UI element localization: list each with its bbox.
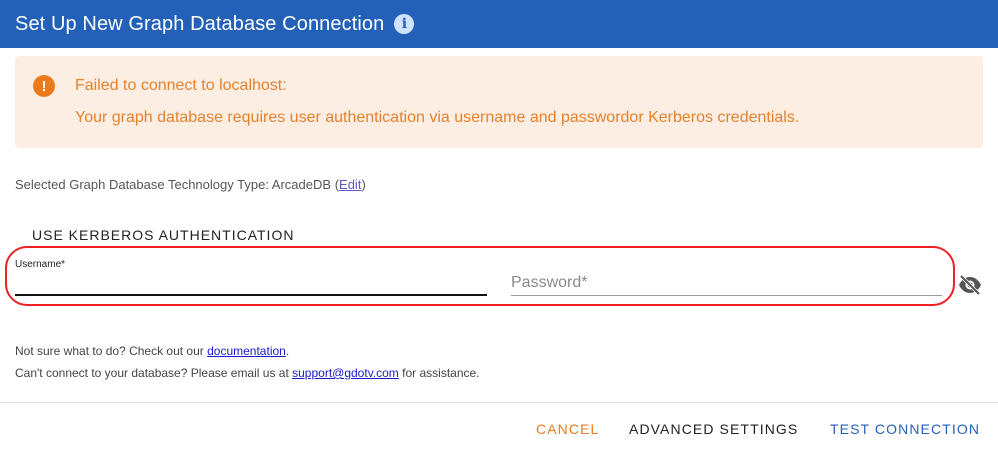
help-docs-line: Not sure what to do? Check out our docum… xyxy=(15,344,289,358)
technology-label: Selected Graph Database Technology Type:… xyxy=(15,177,332,192)
edit-technology-link[interactable]: Edit xyxy=(339,177,361,192)
help-docs-suffix: . xyxy=(285,344,290,358)
use-kerberos-button[interactable]: USE KERBEROS AUTHENTICATION xyxy=(22,223,304,247)
alert-message: Your graph database requires user authen… xyxy=(75,109,800,126)
dialog-title: Set Up New Graph Database Connection xyxy=(15,12,385,35)
help-support-line: Can't connect to your database? Please e… xyxy=(15,366,480,380)
alert-exclamation-icon: ! xyxy=(33,75,55,97)
selected-technology: Selected Graph Database Technology Type:… xyxy=(15,177,366,192)
error-alert: ! Failed to connect to localhost: Your g… xyxy=(15,56,983,148)
username-label: Username* xyxy=(15,259,66,270)
advanced-settings-button[interactable]: ADVANCED SETTINGS xyxy=(629,421,798,437)
password-placeholder: Password* xyxy=(511,274,588,291)
help-support-text: Can't connect to your database? Please e… xyxy=(15,366,293,380)
username-field[interactable]: Username* xyxy=(15,254,487,296)
username-underline xyxy=(15,294,487,296)
support-email-link[interactable]: support@gdotv.com xyxy=(292,366,399,380)
password-field[interactable]: Password* xyxy=(511,262,942,296)
password-underline xyxy=(511,295,942,296)
help-docs-text: Not sure what to do? Check out our xyxy=(15,344,208,358)
footer-divider xyxy=(0,402,998,403)
eye-off-icon[interactable] xyxy=(958,273,982,297)
technology-close-paren: ) xyxy=(361,177,366,192)
help-support-suffix: for assistance. xyxy=(398,366,480,380)
dialog-header: Set Up New Graph Database Connection i xyxy=(0,0,998,48)
info-icon[interactable]: i xyxy=(394,14,415,34)
test-connection-button[interactable]: TEST CONNECTION xyxy=(830,421,980,437)
cancel-button[interactable]: CANCEL xyxy=(536,421,599,437)
documentation-link[interactable]: documentation xyxy=(207,344,286,358)
alert-title: Failed to connect to localhost: xyxy=(75,77,287,94)
